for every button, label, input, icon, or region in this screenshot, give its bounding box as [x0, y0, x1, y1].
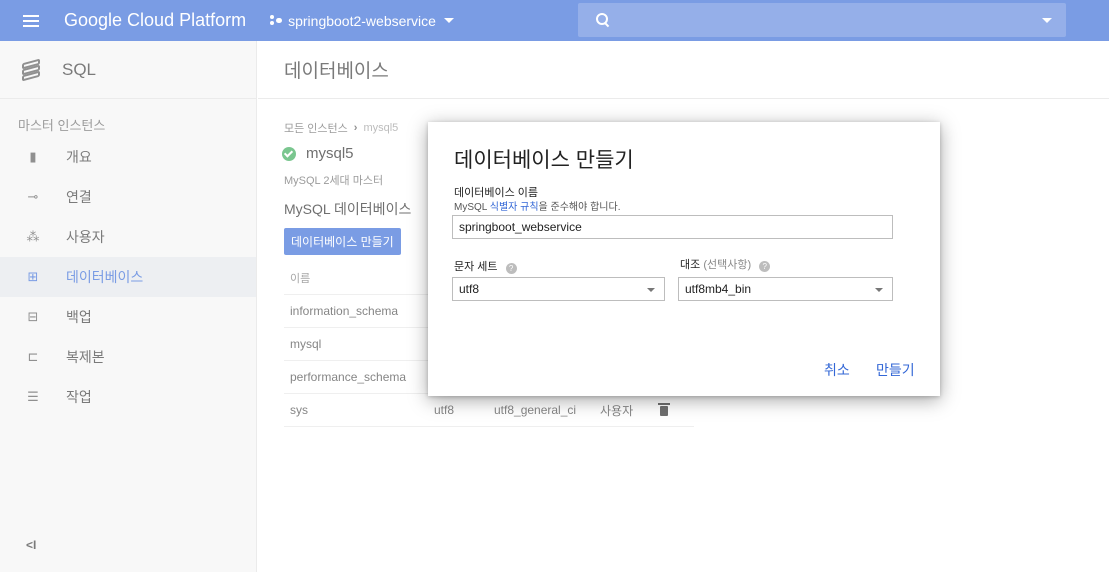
hint-prefix: MySQL: [454, 202, 490, 213]
collation-selected-value: utf8mb4_bin: [685, 282, 752, 296]
chevron-down-icon: [875, 288, 883, 292]
create-button[interactable]: 만들기: [876, 360, 915, 380]
cancel-button[interactable]: 취소: [824, 360, 850, 380]
identifier-rules-link[interactable]: 식별자 규칙: [490, 202, 539, 213]
collation-optional-label: (선택사항): [703, 259, 752, 271]
collation-label: 대조: [680, 259, 701, 271]
charset-label-group: 문자 세트 ?: [454, 258, 517, 274]
collation-select[interactable]: utf8mb4_bin: [678, 277, 893, 301]
database-name-input[interactable]: [452, 215, 893, 239]
charset-selected-value: utf8: [459, 282, 480, 296]
charset-select[interactable]: utf8: [452, 277, 665, 301]
database-name-hint: MySQL 식별자 규칙을 준수해야 합니다.: [454, 198, 620, 213]
dialog-title: 데이터베이스 만들기: [454, 149, 634, 172]
collation-label-group: 대조 (선택사항) ?: [680, 256, 771, 272]
chevron-down-icon: [647, 288, 655, 292]
help-icon[interactable]: ?: [759, 261, 771, 272]
hint-suffix: 을 준수해야 합니다.: [538, 202, 621, 213]
create-database-dialog: 데이터베이스 만들기 데이터베이스 이름 MySQL 식별자 규칙을 준수해야 …: [428, 122, 940, 396]
help-icon[interactable]: ?: [505, 263, 517, 274]
charset-label: 문자 세트: [454, 261, 498, 273]
